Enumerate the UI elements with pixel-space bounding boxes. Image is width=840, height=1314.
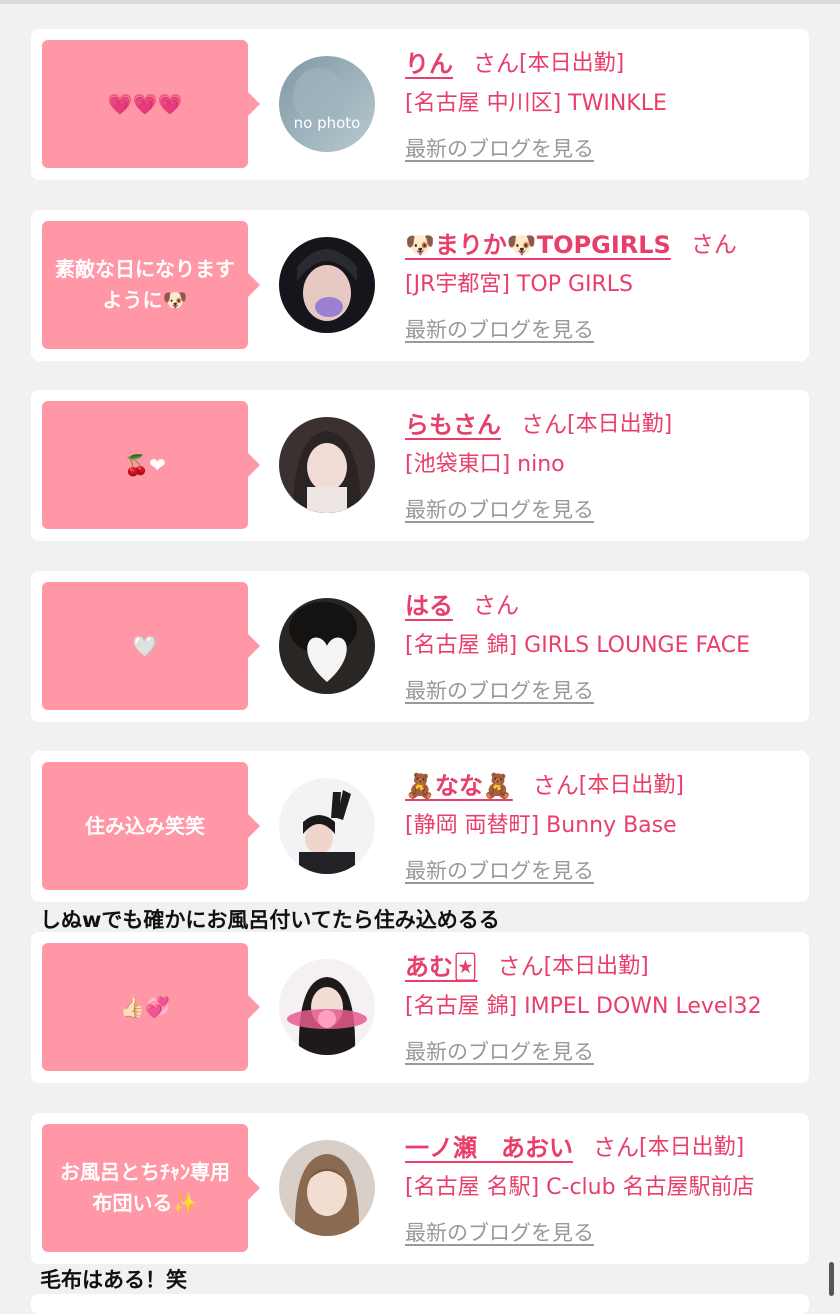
cast-name-link[interactable]: はる bbox=[405, 586, 453, 621]
list-item[interactable]: 🍒❤ らもさん さん [本日出勤] [池袋東口] nino 最新のブログを見る bbox=[31, 390, 809, 541]
cast-name-link[interactable]: 一ノ瀬 あおい bbox=[405, 1128, 573, 1163]
list-item[interactable]: 👍🏻💞 あむ🃏 さん [本日出勤] [名古屋 錦] IMPEL DOWN Level… bbox=[31, 932, 809, 1083]
comment-bubble: 💗💗💗 bbox=[42, 40, 260, 168]
shop-label: [名古屋 中川区] TWINKLE bbox=[405, 91, 667, 116]
avatar[interactable] bbox=[279, 778, 375, 874]
comment-bubble: 住み込み笑笑 bbox=[42, 762, 260, 890]
cast-name-link[interactable]: 🧸なな🧸 bbox=[405, 766, 513, 801]
san-suffix: さん bbox=[497, 954, 544, 980]
blog-link[interactable]: 最新のブログを見る bbox=[405, 855, 594, 885]
blog-link[interactable]: 最新のブログを見る bbox=[405, 494, 594, 524]
san-suffix: さん bbox=[690, 232, 737, 258]
overlay-caption: しぬwでも確かにお風呂付いてたら住み込めるる bbox=[40, 908, 500, 932]
comment-bubble: 🤍 bbox=[42, 582, 260, 710]
san-suffix: さん bbox=[473, 51, 519, 77]
comment-text: 👍🏻💞 bbox=[120, 994, 170, 1019]
status-label: [本日出勤] bbox=[567, 412, 673, 437]
comment-bubble: 素敵な日になりますように🐶 bbox=[42, 221, 260, 349]
san-suffix: さん bbox=[593, 1135, 639, 1161]
cast-name-link[interactable]: あむ🃏 bbox=[405, 947, 478, 982]
comment-text: 🤍 bbox=[132, 633, 158, 658]
comment-text: お風呂とちﾁｬﾝ専用布団いる✨ bbox=[60, 1160, 230, 1215]
list-item[interactable]: 住み込み笑笑 🧸なな🧸 さん [本日出勤] [静岡 両替町] Bunny Base … bbox=[31, 751, 809, 902]
next-list-item[interactable] bbox=[31, 1294, 809, 1314]
comment-bubble: お風呂とちﾁｬﾝ専用布団いる✨ bbox=[42, 1124, 260, 1252]
comment-text: 素敵な日になりますように🐶 bbox=[55, 257, 235, 312]
list-item[interactable]: お風呂とちﾁｬﾝ専用布団いる✨ 一ノ瀬 あおい さん [本日出勤] [名古屋 名駅]… bbox=[31, 1113, 809, 1264]
comment-text: 住み込み笑笑 bbox=[85, 813, 205, 838]
avatar[interactable] bbox=[279, 959, 375, 1055]
no-photo-label: no photo bbox=[294, 114, 361, 132]
shop-label: [池袋東口] nino bbox=[405, 452, 565, 477]
cast-name-link[interactable]: 🐶まりか🐶TOPGIRLS bbox=[405, 225, 671, 260]
comment-bubble: 👍🏻💞 bbox=[42, 943, 260, 1071]
shop-label: [名古屋 錦] GIRLS LOUNGE FACE bbox=[405, 633, 751, 658]
cast-name-link[interactable]: りん bbox=[405, 44, 453, 79]
blog-link[interactable]: 最新のブログを見る bbox=[405, 133, 594, 163]
san-suffix: さん bbox=[521, 412, 567, 438]
avatar[interactable] bbox=[279, 237, 375, 333]
scrollbar[interactable] bbox=[829, 1262, 834, 1296]
blog-link[interactable]: 最新のブログを見る bbox=[405, 314, 594, 344]
san-suffix: さん bbox=[532, 773, 579, 799]
list-item[interactable]: 🤍 はる さん [名古屋 錦] GIRLS LOUNGE FACE 最新のブログを… bbox=[31, 571, 809, 722]
san-suffix: さん bbox=[473, 593, 519, 619]
shop-label: [静岡 両替町] Bunny Base bbox=[405, 813, 677, 838]
overlay-caption: 毛布はある！笑 bbox=[40, 1268, 187, 1292]
avatar[interactable] bbox=[279, 1140, 375, 1236]
comment-bubble: 🍒❤ bbox=[42, 401, 260, 529]
list-item[interactable]: 素敵な日になりますように🐶 🐶まりか🐶TOPGIRLS さん [JR宇都宮] TO… bbox=[31, 210, 809, 361]
shop-label: [JR宇都宮] TOP GIRLS bbox=[405, 272, 633, 297]
blog-link[interactable]: 最新のブログを見る bbox=[405, 675, 594, 705]
avatar[interactable] bbox=[279, 598, 375, 694]
comment-text: 🍒❤ bbox=[124, 452, 166, 477]
shop-label: [名古屋 錦] IMPEL DOWN Level32 bbox=[405, 994, 762, 1019]
avatar[interactable] bbox=[279, 417, 375, 513]
blog-link[interactable]: 最新のブログを見る bbox=[405, 1036, 594, 1066]
shop-label: [名古屋 名駅] C-club 名古屋駅前店 bbox=[405, 1175, 755, 1200]
status-label: [本日出勤] bbox=[639, 1135, 745, 1160]
list-item[interactable]: 💗💗💗 no photo りん さん [本日出勤] [名古屋 中川区] TWINKL… bbox=[31, 29, 809, 180]
comment-text: 💗💗💗 bbox=[107, 91, 183, 116]
status-label: [本日出勤] bbox=[578, 773, 684, 798]
blog-link[interactable]: 最新のブログを見る bbox=[405, 1217, 594, 1247]
cast-name-link[interactable]: らもさん bbox=[405, 405, 501, 440]
avatar[interactable]: no photo bbox=[279, 56, 375, 152]
status-label: [本日出勤] bbox=[543, 954, 649, 979]
top-edge bbox=[0, 0, 840, 4]
status-label: [本日出勤] bbox=[519, 51, 625, 76]
